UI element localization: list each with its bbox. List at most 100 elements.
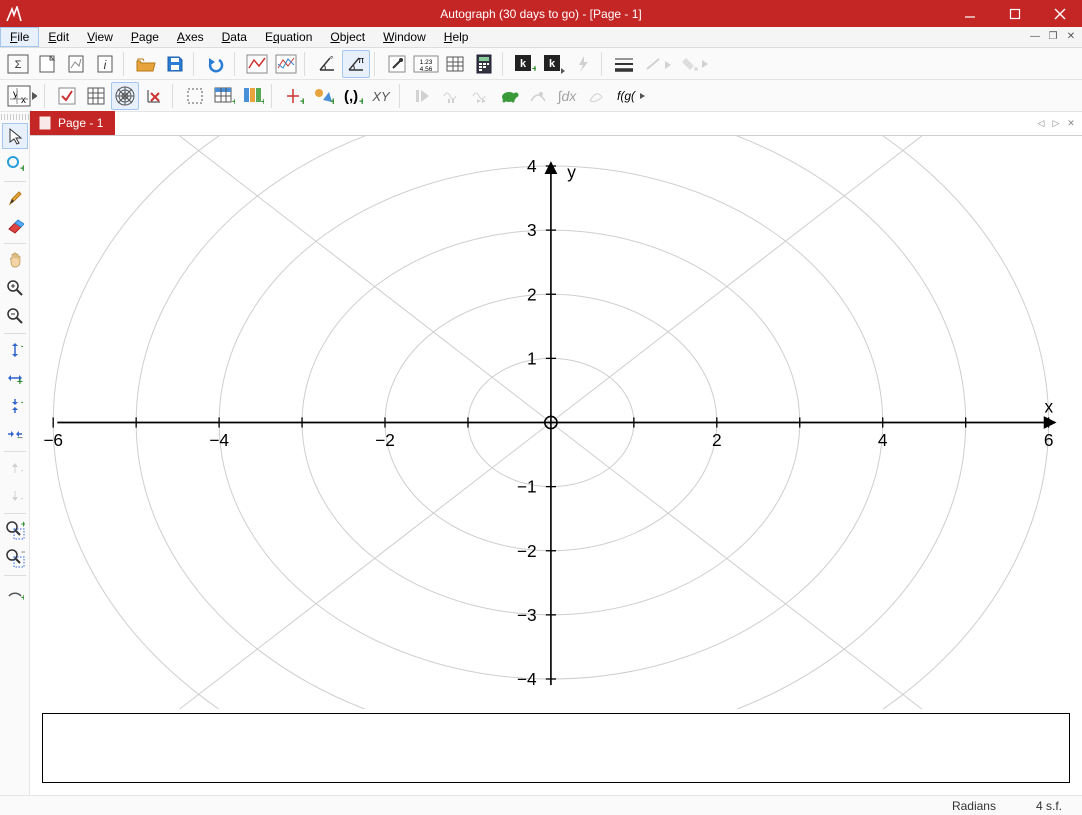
- svg-text:+: +: [532, 64, 536, 74]
- hand-pan-icon[interactable]: [2, 247, 28, 273]
- menu-object[interactable]: Object: [321, 28, 374, 46]
- mdi-close-button[interactable]: ✕: [1063, 29, 1079, 44]
- grid-icon[interactable]: [82, 82, 110, 110]
- svg-text:+: +: [20, 163, 24, 173]
- number-format-icon[interactable]: 1.234.56: [412, 50, 440, 78]
- zoom-in-icon[interactable]: [2, 275, 28, 301]
- edit-tool-icon[interactable]: [383, 50, 411, 78]
- play-start-icon[interactable]: [408, 82, 436, 110]
- draw-line-icon[interactable]: [639, 50, 675, 78]
- function-compose-icon[interactable]: f(g(: [611, 82, 647, 110]
- results-panel[interactable]: [42, 713, 1070, 783]
- polar-grid-icon[interactable]: [111, 82, 139, 110]
- menu-equation[interactable]: Equation: [256, 28, 321, 46]
- point-tool-icon[interactable]: +: [2, 151, 28, 177]
- mdi-restore-button[interactable]: ❐: [1045, 29, 1061, 44]
- flash-icon[interactable]: [569, 50, 597, 78]
- info-page-icon[interactable]: i: [91, 50, 119, 78]
- svg-text:−: −: [21, 548, 25, 557]
- compress-horiz-icon[interactable]: −: [2, 421, 28, 447]
- svg-text:−2: −2: [517, 541, 537, 561]
- svg-text:+: +: [300, 96, 304, 106]
- zoom-select-out-icon[interactable]: −: [2, 545, 28, 571]
- mdi-minimize-button[interactable]: —: [1027, 29, 1043, 44]
- integral-icon[interactable]: ∫dx: [553, 82, 581, 110]
- line-thickness-icon[interactable]: [610, 50, 638, 78]
- yx-mode-icon[interactable]: yx: [4, 82, 40, 110]
- constant-k2-icon[interactable]: k: [540, 50, 568, 78]
- calculator-icon[interactable]: [470, 50, 498, 78]
- svg-text:x: x: [21, 95, 26, 106]
- table-icon[interactable]: [441, 50, 469, 78]
- save-icon[interactable]: [161, 50, 189, 78]
- forward-wave-icon[interactable]: [466, 82, 494, 110]
- undo-icon[interactable]: [202, 50, 230, 78]
- pause-wave-icon[interactable]: [437, 82, 465, 110]
- delete-axes-icon[interactable]: [140, 82, 168, 110]
- menu-edit[interactable]: Edit: [39, 28, 78, 46]
- zoom-select-in-icon[interactable]: +: [2, 517, 28, 543]
- svg-text:1: 1: [527, 348, 537, 368]
- compress-vert-icon[interactable]: +: [2, 393, 28, 419]
- svg-text:+: +: [261, 97, 264, 106]
- marquee-icon[interactable]: [181, 82, 209, 110]
- xy-data-icon[interactable]: XY: [367, 82, 395, 110]
- multi-line-icon[interactable]: [272, 50, 300, 78]
- curve-trace-icon[interactable]: [524, 82, 552, 110]
- svg-text:2: 2: [527, 284, 537, 304]
- columns-add-icon[interactable]: +: [239, 82, 267, 110]
- line-style-icon[interactable]: [243, 50, 271, 78]
- axes-add-icon[interactable]: +: [280, 82, 308, 110]
- svg-text:−4: −4: [209, 430, 229, 450]
- y-axis-label: y: [567, 162, 576, 182]
- tick-icon[interactable]: [53, 82, 81, 110]
- stretch-up-icon[interactable]: +: [2, 455, 28, 481]
- polar-grid-plot[interactable]: −6 −4 −2 2 4 6 4 3 2 1 −1 −2 −3 −4 x y: [42, 136, 1070, 709]
- stretch-down-icon[interactable]: +: [2, 483, 28, 509]
- tab-close-button[interactable]: ✕: [1064, 116, 1078, 130]
- open-icon[interactable]: [132, 50, 160, 78]
- menu-window[interactable]: Window: [374, 28, 435, 46]
- new-graph-page-icon[interactable]: [62, 50, 90, 78]
- svg-text:4.56: 4.56: [420, 66, 433, 73]
- toolbar-grip[interactable]: [1, 114, 29, 120]
- tab-next-button[interactable]: ▷: [1049, 116, 1063, 130]
- page-icon: [38, 116, 52, 130]
- menu-data[interactable]: Data: [213, 28, 256, 46]
- arc-add-icon[interactable]: +: [2, 579, 28, 605]
- menu-help[interactable]: Help: [435, 28, 478, 46]
- menu-axes[interactable]: Axes: [168, 28, 213, 46]
- menu-view[interactable]: View: [78, 28, 122, 46]
- angle-icon[interactable]: °: [313, 50, 341, 78]
- constant-k-icon[interactable]: k+: [511, 50, 539, 78]
- zoom-out-icon[interactable]: [2, 303, 28, 329]
- svg-text:−1: −1: [517, 477, 537, 497]
- graph-canvas[interactable]: −6 −4 −2 2 4 6 4 3 2 1 −1 −2 −3 −4 x y: [30, 136, 1082, 795]
- pencil-tool-icon[interactable]: [2, 185, 28, 211]
- angle-radian-icon[interactable]: π: [342, 50, 370, 78]
- menu-page[interactable]: Page: [122, 28, 168, 46]
- svg-text:4: 4: [878, 430, 888, 450]
- tab-page-1[interactable]: Page - 1: [30, 111, 115, 135]
- menu-file[interactable]: File: [0, 27, 39, 47]
- leaf-curve-icon[interactable]: [582, 82, 610, 110]
- expand-vert-icon[interactable]: +: [2, 337, 28, 363]
- shapes-add-icon[interactable]: +: [309, 82, 337, 110]
- expand-horiz-icon[interactable]: +: [2, 365, 28, 391]
- svg-text:(,): (,): [344, 88, 358, 105]
- svg-text:+: +: [232, 97, 235, 106]
- data-table-icon[interactable]: +: [210, 82, 238, 110]
- turtle-icon[interactable]: [495, 82, 523, 110]
- new-page-icon[interactable]: [33, 50, 61, 78]
- eraser-tool-icon[interactable]: [2, 213, 28, 239]
- minimize-button[interactable]: [947, 0, 992, 27]
- point-add-icon[interactable]: (,)+: [338, 82, 366, 110]
- pointer-tool-icon[interactable]: [2, 123, 28, 149]
- fill-icon[interactable]: [676, 50, 712, 78]
- menu-bar: File Edit View Page Axes Data Equation O…: [0, 27, 1082, 48]
- toolbar-primary: Σ i ° π 1.234.56 k+ k: [0, 48, 1082, 80]
- tab-prev-button[interactable]: ◁: [1034, 116, 1048, 130]
- close-button[interactable]: [1037, 0, 1082, 27]
- maximize-button[interactable]: [992, 0, 1037, 27]
- equation-entry-icon[interactable]: Σ: [4, 50, 32, 78]
